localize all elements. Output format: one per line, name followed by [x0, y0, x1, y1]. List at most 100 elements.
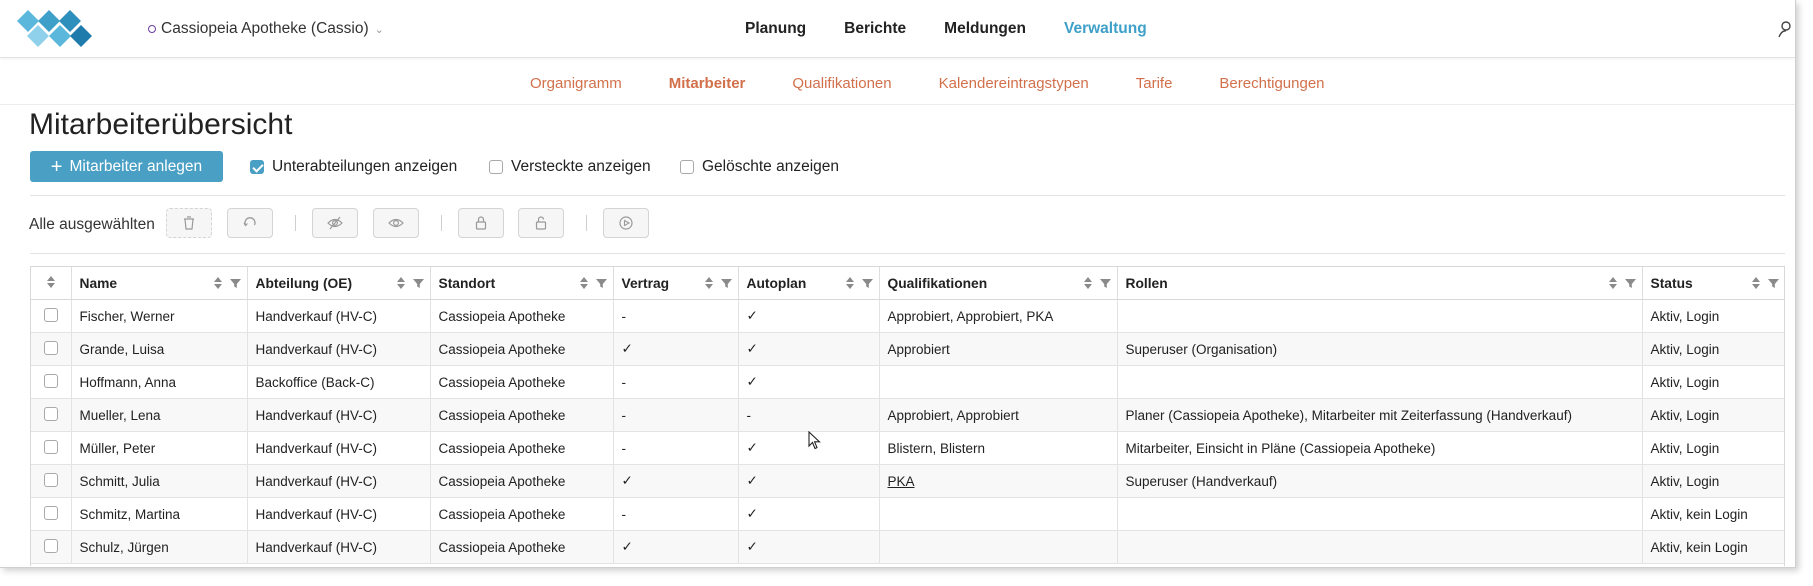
show-hidden-checkbox[interactable]: Versteckte anzeigen: [489, 158, 651, 176]
table-row[interactable]: Schmitz, Martina Handverkauf (HV-C) Cass…: [31, 497, 1784, 531]
user-icon[interactable]: [1778, 20, 1792, 38]
row-checkbox[interactable]: [43, 505, 58, 520]
row-checkbox[interactable]: [43, 439, 58, 454]
nav-verwaltung[interactable]: Verwaltung: [1064, 20, 1147, 38]
column-header-rollen[interactable]: Rollen: [1117, 267, 1643, 300]
column-label: Rollen: [1125, 275, 1168, 291]
column-label: Abteilung (OE): [255, 275, 353, 291]
row-checkbox[interactable]: [43, 340, 58, 355]
column-header-standort[interactable]: Standort: [430, 267, 614, 300]
cell-status: Aktiv, kein Login: [1642, 497, 1784, 531]
column-header-qualifikationen[interactable]: Qualifikationen: [879, 267, 1118, 300]
cell-abteilung: Handverkauf (HV-C): [247, 398, 431, 432]
row-checkbox[interactable]: [43, 373, 58, 388]
filter-icon[interactable]: [229, 278, 241, 289]
cell-autoplan: ✓: [738, 530, 880, 564]
cell-status: Aktiv, Login: [1642, 332, 1784, 366]
table-row[interactable]: Fischer, Werner Handverkauf (HV-C) Cassi…: [31, 299, 1784, 333]
column-label: Status: [1650, 275, 1693, 291]
nav-planung[interactable]: Planung: [745, 20, 806, 38]
sort-icon[interactable]: [579, 276, 589, 290]
cell-abteilung: Handverkauf (HV-C): [247, 431, 431, 465]
row-checkbox[interactable]: [43, 406, 58, 421]
filter-icon[interactable]: [1099, 278, 1111, 289]
org-selector[interactable]: Cassiopeia Apotheke (Cassio) ⌄: [148, 20, 384, 38]
cell-vertrag: -: [613, 299, 739, 333]
column-header-abteilung[interactable]: Abteilung (OE): [247, 267, 431, 300]
sort-icon[interactable]: [396, 276, 406, 290]
cell-name: Hoffmann, Anna: [71, 365, 248, 399]
show-deleted-checkbox[interactable]: Gelöschte anzeigen: [680, 158, 839, 176]
table-row[interactable]: Mueller, Lena Handverkauf (HV-C) Cassiop…: [31, 398, 1784, 432]
column-header-status[interactable]: Status: [1642, 267, 1784, 300]
filter-icon[interactable]: [861, 278, 873, 289]
cell-abteilung: Handverkauf (HV-C): [247, 464, 431, 498]
sort-icon[interactable]: [845, 276, 855, 290]
tab-kalendereintragstypen[interactable]: Kalendereintragstypen: [939, 75, 1089, 92]
sort-icon[interactable]: [1083, 276, 1093, 290]
checkbox-checked-icon[interactable]: [250, 160, 264, 174]
row-checkbox[interactable]: [43, 538, 58, 553]
table-row[interactable]: Schmitt, Julia Handverkauf (HV-C) Cassio…: [31, 464, 1784, 498]
bulk-actions-label: Alle ausgewählten: [29, 216, 155, 233]
table-row[interactable]: Schulz, Jürgen Handverkauf (HV-C) Cassio…: [31, 530, 1784, 564]
filter-icon[interactable]: [595, 278, 607, 289]
nav-meldungen[interactable]: Meldungen: [944, 20, 1026, 38]
table-row[interactable]: Grande, Luisa Handverkauf (HV-C) Cassiop…: [31, 332, 1784, 366]
add-employee-label: Mitarbeiter anlegen: [69, 157, 203, 175]
play-selected-button[interactable]: [603, 208, 649, 238]
sort-all-header[interactable]: [31, 267, 72, 300]
column-header-vertrag[interactable]: Vertrag: [613, 267, 739, 300]
show-selected-button[interactable]: [373, 208, 419, 238]
add-employee-button[interactable]: + Mitarbeiter anlegen: [30, 151, 223, 182]
sort-icon[interactable]: [213, 276, 223, 290]
restore-selected-button[interactable]: [227, 208, 273, 238]
table-row[interactable]: Hoffmann, Anna Backoffice (Back-C) Cassi…: [31, 365, 1784, 399]
cell-qualifikationen: [879, 365, 1118, 399]
sort-icon[interactable]: [704, 276, 714, 290]
show-subdepartments-checkbox[interactable]: Unterabteilungen anzeigen: [250, 158, 457, 176]
column-label: Name: [79, 275, 118, 291]
tab-tarife[interactable]: Tarife: [1136, 75, 1173, 92]
cell-autoplan: ✓: [738, 497, 880, 531]
column-header-name[interactable]: Name: [71, 267, 248, 300]
filter-icon[interactable]: [412, 278, 424, 289]
filter-icon[interactable]: [720, 278, 732, 289]
row-checkbox[interactable]: [43, 472, 58, 487]
lock-selected-button[interactable]: [458, 208, 504, 238]
play-icon: [619, 216, 633, 230]
tab-mitarbeiter[interactable]: Mitarbeiter: [669, 75, 746, 92]
row-select-cell: [31, 398, 72, 432]
hide-selected-button[interactable]: [312, 208, 358, 238]
qualification-link[interactable]: PKA: [888, 474, 915, 489]
filter-icon[interactable]: [1624, 278, 1636, 289]
page-title: Mitarbeiterübersicht: [29, 108, 293, 141]
row-checkbox[interactable]: [43, 307, 58, 322]
cell-qualifikationen: Approbiert: [879, 332, 1118, 366]
tab-berechtigungen[interactable]: Berechtigungen: [1219, 75, 1324, 92]
cell-status: Aktiv, Login: [1642, 365, 1784, 399]
row-select-cell: [31, 431, 72, 465]
column-header-autoplan[interactable]: Autoplan: [738, 267, 880, 300]
cell-status: Aktiv, Login: [1642, 431, 1784, 465]
delete-selected-button[interactable]: [166, 208, 212, 238]
sort-icon[interactable]: [1751, 276, 1761, 290]
cell-autoplan: ✓: [738, 332, 880, 366]
cell-abteilung: Handverkauf (HV-C): [247, 299, 431, 333]
row-select-cell: [31, 497, 72, 531]
show-hidden-label: Versteckte anzeigen: [511, 158, 651, 175]
unlock-icon: [535, 216, 547, 230]
filter-icon[interactable]: [1768, 278, 1779, 289]
nav-berichte[interactable]: Berichte: [844, 20, 906, 38]
tab-qualifikationen[interactable]: Qualifikationen: [792, 75, 891, 92]
sort-icon[interactable]: [46, 275, 56, 289]
table-row[interactable]: Müller, Peter Handverkauf (HV-C) Cassiop…: [31, 431, 1784, 465]
unlock-selected-button[interactable]: [518, 208, 564, 238]
sort-icon[interactable]: [1608, 276, 1618, 290]
divider: [30, 253, 1785, 254]
checkbox-icon[interactable]: [489, 160, 503, 174]
cell-abteilung: Handverkauf (HV-C): [247, 332, 431, 366]
checkbox-icon[interactable]: [680, 160, 694, 174]
tab-organigramm[interactable]: Organigramm: [530, 75, 622, 92]
logo-icon[interactable]: [16, 9, 100, 49]
